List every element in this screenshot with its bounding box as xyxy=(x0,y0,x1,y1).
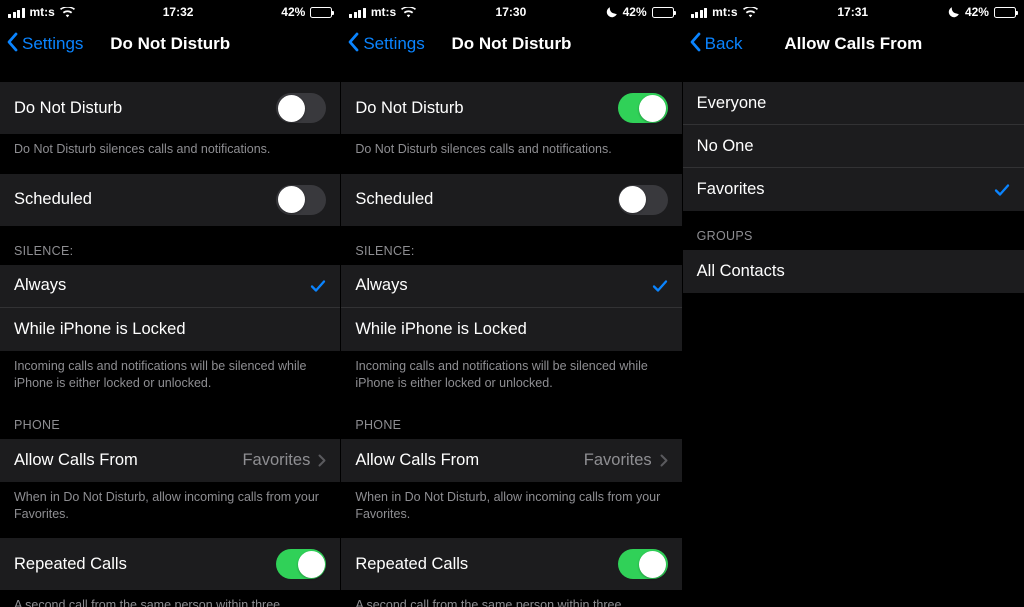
battery-pct: 42% xyxy=(623,5,647,19)
phone-header: PHONE xyxy=(341,408,681,439)
scheduled-row[interactable]: Scheduled xyxy=(0,174,340,226)
allow-calls-label: Allow Calls From xyxy=(14,451,138,470)
repeated-calls-footer: A second call from the same person withi… xyxy=(0,590,340,607)
chevron-right-icon xyxy=(660,454,668,467)
status-bar: mt:s 17:30 42% xyxy=(341,0,681,22)
battery-icon xyxy=(310,7,332,18)
battery-icon xyxy=(994,7,1016,18)
allow-calls-value: Favorites xyxy=(242,451,310,470)
allow-calls-footer: When in Do Not Disturb, allow incoming c… xyxy=(0,482,340,539)
groups-header: GROUPS xyxy=(683,211,1024,250)
repeated-calls-label: Repeated Calls xyxy=(355,555,468,574)
option-favorites-row[interactable]: Favorites xyxy=(683,168,1024,211)
silence-option-label: While iPhone is Locked xyxy=(355,320,527,339)
repeated-calls-toggle[interactable] xyxy=(276,549,326,579)
clock: 17:30 xyxy=(496,5,527,19)
back-button[interactable]: Settings xyxy=(347,32,424,57)
dnd-toggle-row[interactable]: Do Not Disturb xyxy=(341,82,681,134)
carrier-label: mt:s xyxy=(712,5,737,19)
silence-footer: Incoming calls and notifications will be… xyxy=(341,351,681,408)
repeated-calls-row[interactable]: Repeated Calls xyxy=(341,538,681,590)
back-button[interactable]: Back xyxy=(689,32,743,57)
wifi-icon xyxy=(401,7,416,18)
back-label: Settings xyxy=(22,34,83,54)
check-icon xyxy=(310,278,326,294)
scheduled-toggle[interactable] xyxy=(276,185,326,215)
dnd-footer: Do Not Disturb silences calls and notifi… xyxy=(0,134,340,174)
chevron-right-icon xyxy=(318,454,326,467)
check-icon xyxy=(994,182,1010,198)
wifi-icon xyxy=(743,7,758,18)
scheduled-toggle[interactable] xyxy=(618,185,668,215)
silence-header: SILENCE: xyxy=(341,226,681,265)
dnd-label: Do Not Disturb xyxy=(14,99,122,118)
nav-bar: Settings Do Not Disturb xyxy=(0,22,340,66)
repeated-calls-footer: A second call from the same person withi… xyxy=(341,590,681,607)
allow-calls-label: Allow Calls From xyxy=(355,451,479,470)
carrier-label: mt:s xyxy=(371,5,396,19)
phone-header: PHONE xyxy=(0,408,340,439)
silence-option-label: Always xyxy=(14,276,66,295)
status-bar: mt:s 17:32 42% xyxy=(0,0,340,22)
page-title: Do Not Disturb xyxy=(110,34,230,54)
option-label: All Contacts xyxy=(697,262,785,281)
silence-option-label: Always xyxy=(355,276,407,295)
dnd-toggle[interactable] xyxy=(618,93,668,123)
option-label: Favorites xyxy=(697,180,765,199)
back-label: Back xyxy=(705,34,743,54)
repeated-calls-toggle[interactable] xyxy=(618,549,668,579)
moon-icon xyxy=(948,6,960,18)
carrier-label: mt:s xyxy=(30,5,55,19)
allow-calls-row[interactable]: Allow Calls From Favorites xyxy=(341,439,681,482)
silence-always-row[interactable]: Always xyxy=(0,265,340,308)
chevron-left-icon xyxy=(6,32,18,57)
battery-pct: 42% xyxy=(281,5,305,19)
battery-pct: 42% xyxy=(965,5,989,19)
nav-bar: Back Allow Calls From xyxy=(683,22,1024,66)
clock: 17:32 xyxy=(163,5,194,19)
allow-calls-footer: When in Do Not Disturb, allow incoming c… xyxy=(341,482,681,539)
scheduled-label: Scheduled xyxy=(355,190,433,209)
signal-icon xyxy=(8,7,25,18)
panel-allow-calls: mt:s 17:31 42% Back Allow Calls From Eve… xyxy=(683,0,1024,607)
repeated-calls-label: Repeated Calls xyxy=(14,555,127,574)
panel-dnd-off: mt:s 17:32 42% Settings Do Not Disturb D… xyxy=(0,0,341,607)
dnd-toggle[interactable] xyxy=(276,93,326,123)
silence-option-label: While iPhone is Locked xyxy=(14,320,186,339)
dnd-footer: Do Not Disturb silences calls and notifi… xyxy=(341,134,681,174)
panel-dnd-on: mt:s 17:30 42% Settings Do Not Disturb D… xyxy=(341,0,682,607)
status-bar: mt:s 17:31 42% xyxy=(683,0,1024,22)
chevron-left-icon xyxy=(347,32,359,57)
silence-always-row[interactable]: Always xyxy=(341,265,681,308)
scheduled-row[interactable]: Scheduled xyxy=(341,174,681,226)
clock: 17:31 xyxy=(837,5,868,19)
silence-footer: Incoming calls and notifications will be… xyxy=(0,351,340,408)
scheduled-label: Scheduled xyxy=(14,190,92,209)
moon-icon xyxy=(606,6,618,18)
back-button[interactable]: Settings xyxy=(6,32,83,57)
silence-header: SILENCE: xyxy=(0,226,340,265)
repeated-calls-row[interactable]: Repeated Calls xyxy=(0,538,340,590)
chevron-left-icon xyxy=(689,32,701,57)
check-icon xyxy=(652,278,668,294)
battery-icon xyxy=(652,7,674,18)
page-title: Allow Calls From xyxy=(784,34,922,54)
option-label: No One xyxy=(697,137,754,156)
page-title: Do Not Disturb xyxy=(452,34,572,54)
dnd-label: Do Not Disturb xyxy=(355,99,463,118)
silence-locked-row[interactable]: While iPhone is Locked xyxy=(341,308,681,351)
allow-calls-value: Favorites xyxy=(584,451,652,470)
option-everyone-row[interactable]: Everyone xyxy=(683,82,1024,125)
signal-icon xyxy=(691,7,708,18)
silence-locked-row[interactable]: While iPhone is Locked xyxy=(0,308,340,351)
option-noone-row[interactable]: No One xyxy=(683,125,1024,168)
back-label: Settings xyxy=(363,34,424,54)
option-label: Everyone xyxy=(697,94,767,113)
signal-icon xyxy=(349,7,366,18)
dnd-toggle-row[interactable]: Do Not Disturb xyxy=(0,82,340,134)
wifi-icon xyxy=(60,7,75,18)
option-all-contacts-row[interactable]: All Contacts xyxy=(683,250,1024,293)
nav-bar: Settings Do Not Disturb xyxy=(341,22,681,66)
allow-calls-row[interactable]: Allow Calls From Favorites xyxy=(0,439,340,482)
